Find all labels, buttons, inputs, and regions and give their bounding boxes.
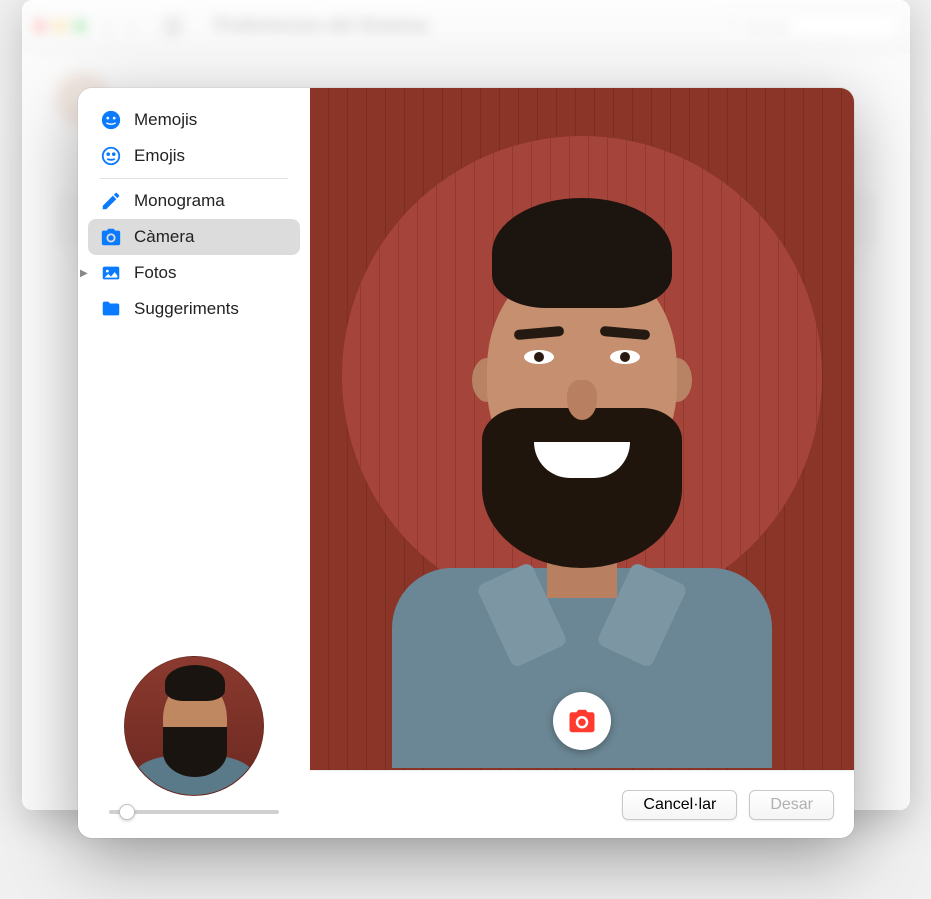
- sidebar-item-emojis[interactable]: Emojis: [88, 138, 300, 174]
- camera-subject: [392, 198, 772, 718]
- slider-thumb[interactable]: [119, 804, 135, 820]
- save-button[interactable]: Desar: [749, 790, 834, 820]
- folder-icon: [100, 298, 122, 320]
- camera-shutter-icon: [567, 706, 597, 736]
- sidebar-divider: [100, 178, 288, 179]
- sidebar-item-photos[interactable]: ▶ Fotos: [88, 255, 300, 291]
- cancel-button[interactable]: Cancel·lar: [622, 790, 737, 820]
- capture-photo-button[interactable]: [553, 692, 611, 750]
- chevron-right-icon: ▶: [80, 268, 88, 279]
- sidebar-footer: [88, 646, 300, 824]
- sidebar-item-label: Càmera: [134, 227, 194, 247]
- modal-footer: Cancel·lar Desar: [310, 770, 854, 838]
- camera-icon: [100, 226, 122, 248]
- memoji-icon: [100, 109, 122, 131]
- avatar-main-panel: Cancel·lar Desar: [310, 88, 854, 838]
- avatar-source-sidebar: Memojis Emojis Monograma Càmera ▶: [78, 88, 310, 838]
- sidebar-item-monogram[interactable]: Monograma: [88, 183, 300, 219]
- zoom-slider[interactable]: [109, 810, 279, 814]
- camera-preview: [310, 88, 854, 770]
- sidebar-item-label: Suggeriments: [134, 299, 239, 319]
- avatar-picker-modal: Memojis Emojis Monograma Càmera ▶: [78, 88, 854, 838]
- avatar-preview-thumbnail[interactable]: [124, 656, 264, 796]
- photos-icon: [100, 262, 122, 284]
- sidebar-item-camera[interactable]: Càmera: [88, 219, 300, 255]
- sidebar-item-label: Memojis: [134, 110, 197, 130]
- sidebar-item-memojis[interactable]: Memojis: [88, 102, 300, 138]
- pencil-icon: [100, 190, 122, 212]
- sidebar-item-label: Monograma: [134, 191, 225, 211]
- emoji-icon: [100, 145, 122, 167]
- sidebar-item-label: Fotos: [134, 263, 177, 283]
- sidebar-item-label: Emojis: [134, 146, 185, 166]
- slider-track: [109, 810, 279, 814]
- sidebar-item-suggestions[interactable]: Suggeriments: [88, 291, 300, 327]
